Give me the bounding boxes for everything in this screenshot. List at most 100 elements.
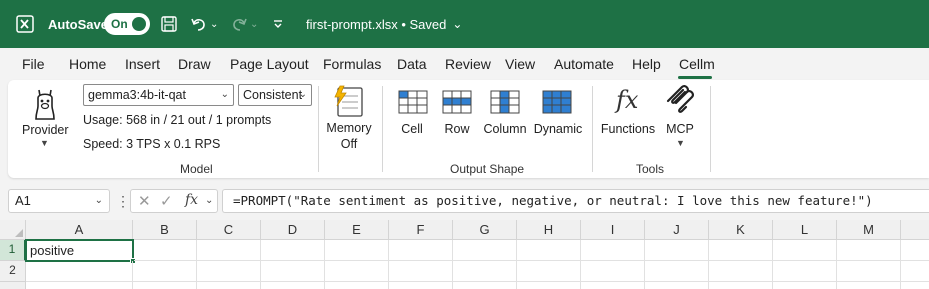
cell-shape-button[interactable]: Cell: [390, 122, 434, 136]
tab-help[interactable]: Help: [632, 56, 661, 72]
column-header-h[interactable]: H: [517, 220, 581, 240]
cell-j3[interactable]: [645, 282, 709, 289]
column-header-e[interactable]: E: [325, 220, 389, 240]
tab-review[interactable]: Review: [445, 56, 491, 72]
undo-dropdown-icon[interactable]: ⌄: [210, 0, 218, 48]
mode-select[interactable]: Consistent ⌄: [238, 84, 312, 106]
cell-c2[interactable]: [197, 261, 261, 282]
row-header-3[interactable]: [0, 282, 26, 289]
cell-l1[interactable]: [773, 240, 837, 261]
cell-n2[interactable]: [901, 261, 929, 282]
cell-j1[interactable]: [645, 240, 709, 261]
cell-h1[interactable]: [517, 240, 581, 261]
cell-l3[interactable]: [773, 282, 837, 289]
tab-view[interactable]: View: [505, 56, 535, 72]
more-options-icon[interactable]: ⋮: [116, 193, 130, 210]
cell-d2[interactable]: [261, 261, 325, 282]
tab-draw[interactable]: Draw: [178, 56, 211, 72]
tab-automate[interactable]: Automate: [554, 56, 614, 72]
provider-button[interactable]: Provider: [22, 123, 69, 137]
cell-l2[interactable]: [773, 261, 837, 282]
functions-button[interactable]: Functions: [600, 122, 656, 136]
column-header-c[interactable]: C: [197, 220, 261, 240]
cell-i2[interactable]: [581, 261, 645, 282]
cell-g2[interactable]: [453, 261, 517, 282]
customize-qat-icon[interactable]: [272, 0, 284, 48]
column-header-l[interactable]: L: [773, 220, 837, 240]
enter-icon[interactable]: ✓: [160, 192, 173, 210]
cell-j2[interactable]: [645, 261, 709, 282]
column-header-b[interactable]: B: [133, 220, 197, 240]
insert-function-icon[interactable]: fx: [185, 192, 198, 208]
cell-k3[interactable]: [709, 282, 773, 289]
document-title[interactable]: first-prompt.xlsx • Saved ⌄: [306, 0, 462, 48]
cell-d1[interactable]: [261, 240, 325, 261]
cell-f3[interactable]: [389, 282, 453, 289]
cell-b3[interactable]: [133, 282, 197, 289]
mcp-button[interactable]: MCP: [660, 122, 700, 136]
select-all-button[interactable]: [0, 220, 26, 240]
tab-cellm[interactable]: Cellm: [679, 56, 715, 72]
cancel-icon[interactable]: ✕: [138, 192, 151, 210]
cell-a2[interactable]: [26, 261, 133, 282]
cell-b2[interactable]: [133, 261, 197, 282]
cell-k1[interactable]: [709, 240, 773, 261]
cell-i3[interactable]: [581, 282, 645, 289]
cell-f1[interactable]: [389, 240, 453, 261]
column-header-i[interactable]: I: [581, 220, 645, 240]
cell-g1[interactable]: [453, 240, 517, 261]
tab-insert[interactable]: Insert: [125, 56, 160, 72]
chevron-down-icon[interactable]: ⌄: [205, 195, 213, 206]
cell-e3[interactable]: [325, 282, 389, 289]
ribbon-panel: Provider ▼ gemma3:4b-it-qat ⌄ Consistent…: [8, 80, 929, 178]
tab-home[interactable]: Home: [69, 56, 106, 72]
tab-file[interactable]: File: [22, 56, 45, 72]
column-header-k[interactable]: K: [709, 220, 773, 240]
cell-b1[interactable]: [134, 240, 197, 261]
cell-n1[interactable]: [901, 240, 929, 261]
cell-m1[interactable]: [837, 240, 901, 261]
dynamic-shape-button[interactable]: Dynamic: [532, 122, 584, 136]
column-header-j[interactable]: J: [645, 220, 709, 240]
cell-a3[interactable]: [26, 282, 133, 289]
row-header-1[interactable]: 1: [0, 240, 26, 261]
tab-page-layout[interactable]: Page Layout: [230, 56, 309, 72]
memory-button[interactable]: Memory Off: [322, 121, 376, 151]
column-header-d[interactable]: D: [261, 220, 325, 240]
cell-m3[interactable]: [837, 282, 901, 289]
autosave-toggle[interactable]: On: [104, 13, 150, 35]
row-shape-button[interactable]: Row: [434, 122, 480, 136]
active-tab-indicator: [678, 76, 712, 79]
cell-h2[interactable]: [517, 261, 581, 282]
tab-formulas[interactable]: Formulas: [323, 56, 381, 72]
redo-icon[interactable]: [230, 0, 248, 48]
cell-i1[interactable]: [581, 240, 645, 261]
cell-g3[interactable]: [453, 282, 517, 289]
model-select[interactable]: gemma3:4b-it-qat ⌄: [83, 84, 234, 106]
column-header-n[interactable]: [901, 220, 929, 240]
cell-d3[interactable]: [261, 282, 325, 289]
cell-m2[interactable]: [837, 261, 901, 282]
cell-e2[interactable]: [325, 261, 389, 282]
memory-icon: [332, 84, 364, 118]
cell-a1[interactable]: positive: [25, 239, 134, 262]
name-box[interactable]: A1 ⌄: [8, 189, 110, 213]
cell-c3[interactable]: [197, 282, 261, 289]
cell-c1[interactable]: [197, 240, 261, 261]
column-header-m[interactable]: M: [837, 220, 901, 240]
cell-h3[interactable]: [517, 282, 581, 289]
chevron-down-icon: ⌄: [94, 195, 103, 206]
redo-dropdown-icon[interactable]: ⌄: [250, 0, 258, 48]
cell-k2[interactable]: [709, 261, 773, 282]
column-shape-button[interactable]: Column: [478, 122, 532, 136]
tab-data[interactable]: Data: [397, 56, 427, 72]
save-icon[interactable]: [160, 0, 178, 48]
column-header-g[interactable]: G: [453, 220, 517, 240]
column-header-a[interactable]: A: [26, 220, 133, 240]
formula-input[interactable]: =PROMPT("Rate sentiment as positive, neg…: [222, 189, 929, 213]
row-header-2[interactable]: 2: [0, 261, 26, 282]
column-header-f[interactable]: F: [389, 220, 453, 240]
cell-e1[interactable]: [325, 240, 389, 261]
cell-f2[interactable]: [389, 261, 453, 282]
undo-icon[interactable]: [190, 0, 208, 48]
